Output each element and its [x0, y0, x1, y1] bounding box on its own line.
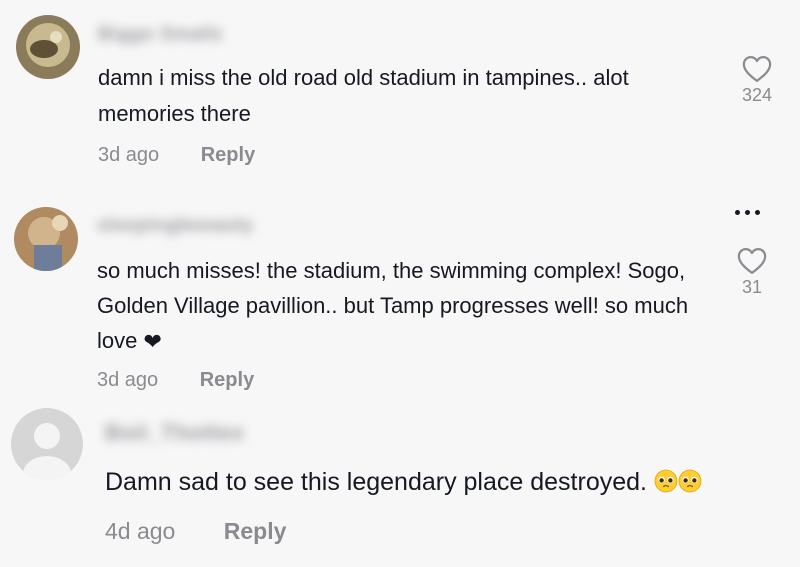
comment-username[interactable]: Biggo Smallz	[98, 24, 223, 46]
comment-time: 3d ago	[98, 144, 160, 166]
pleading-face-icon	[654, 469, 678, 493]
like-count: 31	[741, 277, 763, 297]
dot	[735, 210, 740, 215]
like-count: 324	[741, 85, 773, 105]
pleading-face-icon	[678, 469, 702, 493]
comment-list: Biggo Smallz damn i miss the old road ol…	[0, 0, 800, 567]
avatar[interactable]	[14, 207, 78, 271]
reply-button[interactable]: Reply	[200, 369, 254, 392]
like-button[interactable]: 324	[735, 55, 779, 106]
comment-time: 3d ago	[97, 369, 159, 391]
comment-username[interactable]: Boii_Thottex	[105, 420, 244, 446]
reply-button[interactable]: Reply	[224, 518, 287, 545]
comment-text-body: Damn sad to see this legendary place des…	[105, 468, 647, 496]
pleading-face-emoji	[654, 468, 702, 496]
comment-item: Boii_Thottex Damn sad to see this legend…	[0, 400, 800, 567]
like-button[interactable]: 31	[730, 247, 774, 298]
comment-item: Biggo Smallz damn i miss the old road ol…	[0, 0, 800, 185]
heart-emoji: ❤	[143, 329, 162, 354]
comment-text: so much misses! the stadium, the swimmin…	[97, 253, 697, 359]
comment-text: damn i miss the old road old stadium in …	[98, 65, 629, 126]
comment-text-body: so much misses! the stadium, the swimmin…	[97, 258, 689, 353]
comment-meta: 3d ago Reply	[97, 369, 254, 392]
comment-item: sleepingbeeauty so much misses! the stad…	[0, 185, 800, 400]
heart-outline-icon	[742, 56, 772, 82]
comment-meta: 4d ago Reply	[105, 518, 286, 545]
reply-button[interactable]: Reply	[201, 144, 255, 167]
comment-username[interactable]: sleepingbeeauty	[97, 215, 253, 237]
comment-text: Damn sad to see this legendary place des…	[105, 464, 795, 500]
default-avatar-icon[interactable]	[11, 408, 83, 480]
dot	[755, 210, 760, 215]
comment-time: 4d ago	[105, 518, 176, 544]
dot	[745, 210, 750, 215]
avatar[interactable]	[16, 15, 80, 79]
more-options-icon[interactable]	[735, 210, 760, 215]
heart-outline-icon	[737, 248, 767, 274]
comment-meta: 3d ago Reply	[98, 144, 255, 167]
